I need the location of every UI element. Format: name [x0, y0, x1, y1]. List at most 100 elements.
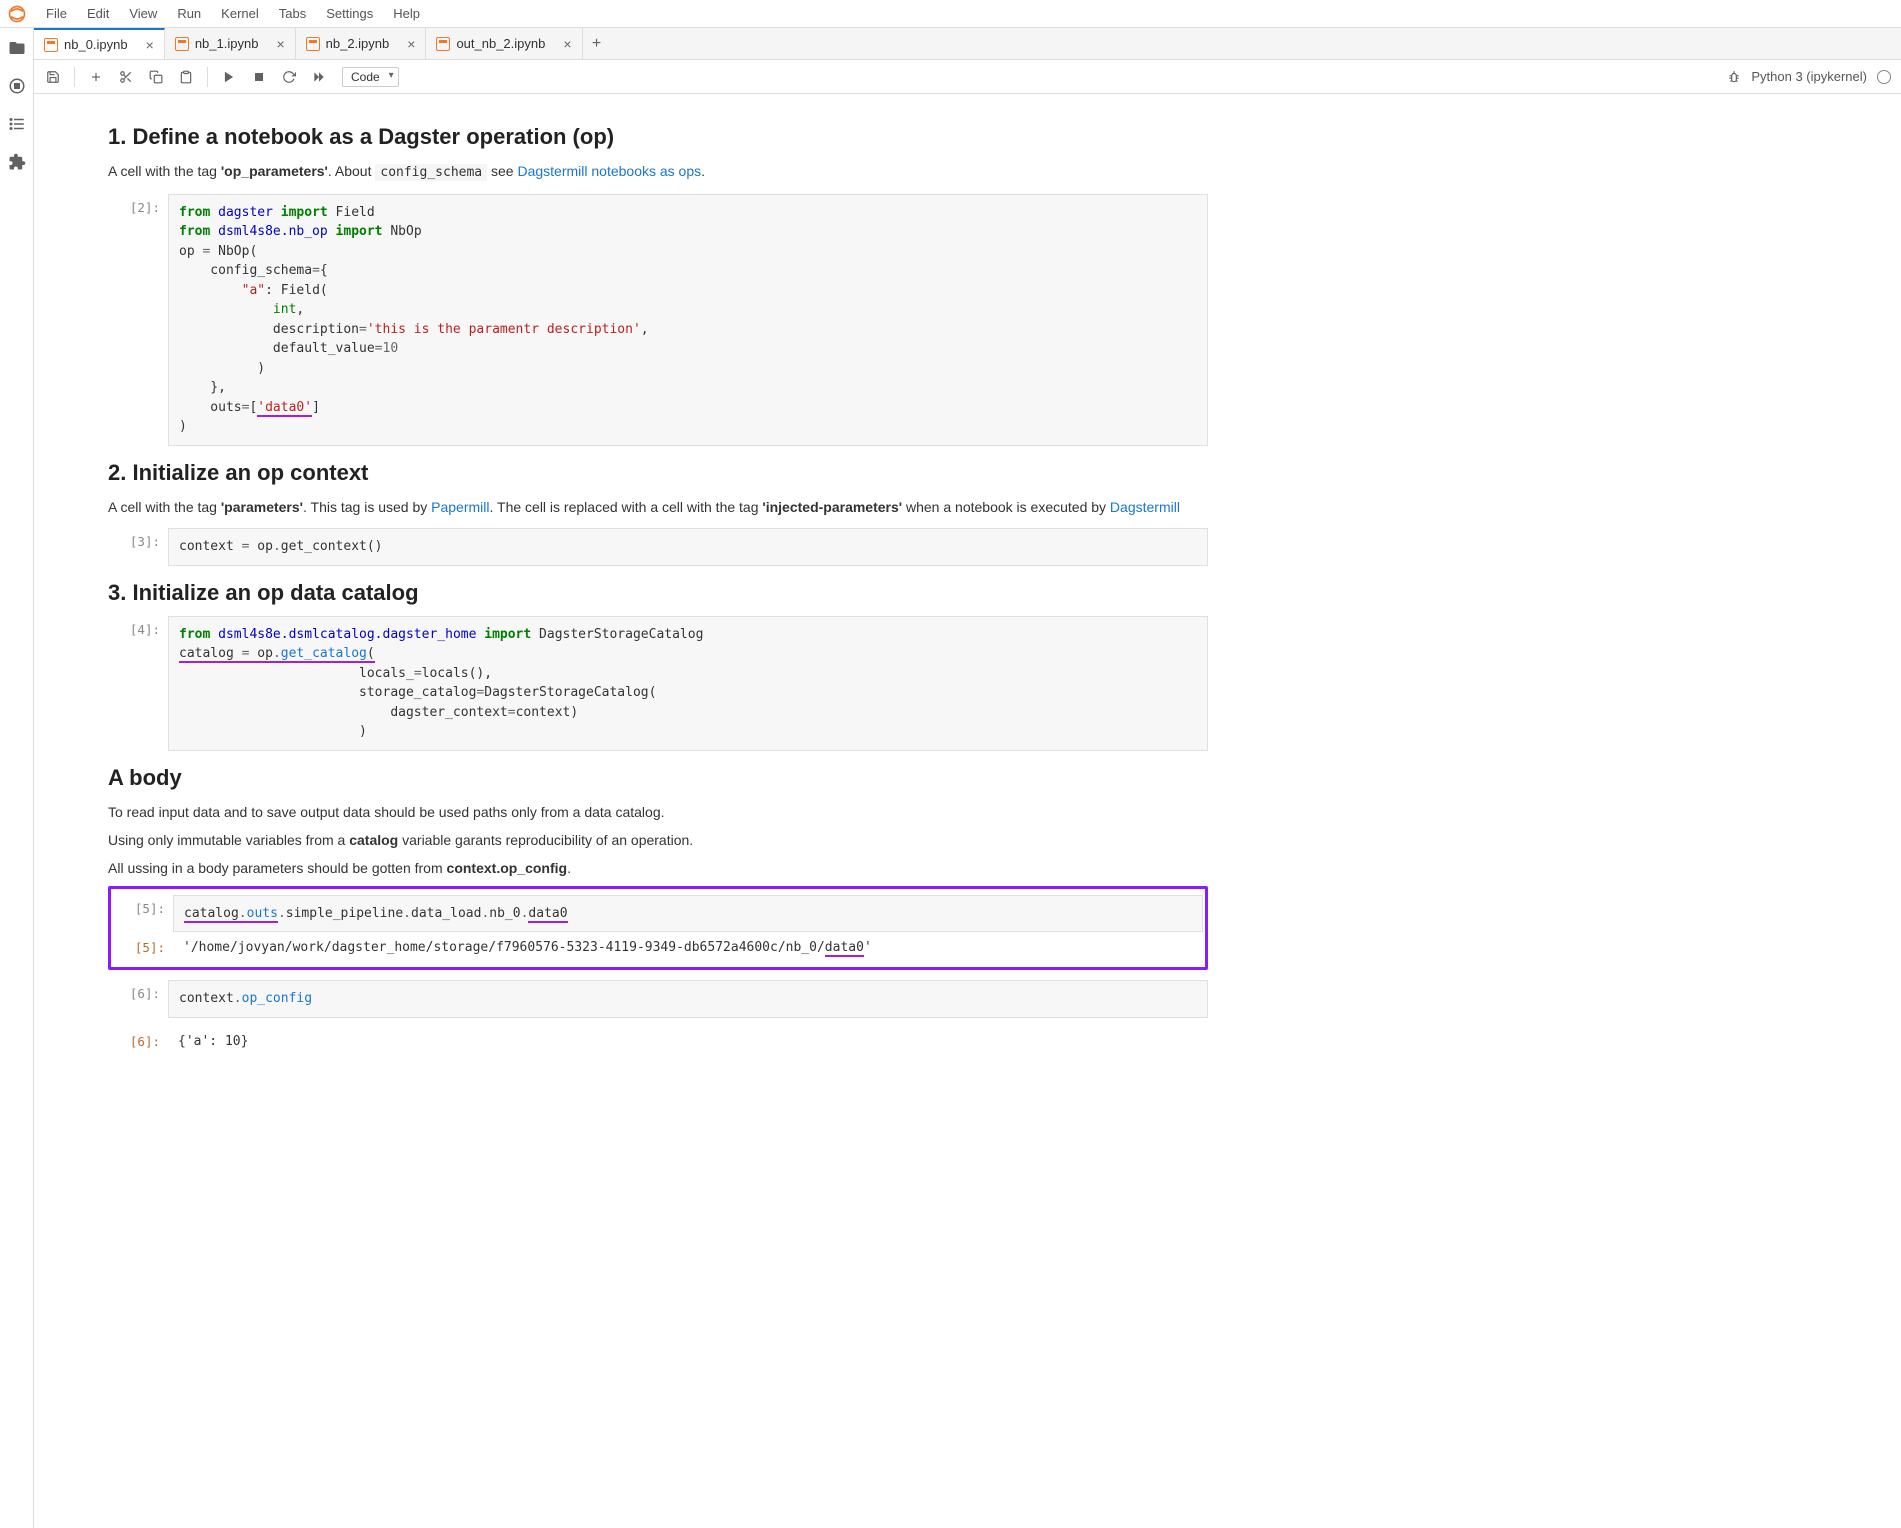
highlighted-region: [5]: catalog.outs.simple_pipeline.data_l… — [108, 886, 1208, 971]
code-input[interactable]: context.op_config — [168, 980, 1208, 1018]
restart-button[interactable] — [276, 64, 302, 90]
code-input[interactable]: catalog.outs.simple_pipeline.data_load.n… — [173, 895, 1203, 933]
output-cell: [5]: '/home/jovyan/work/dagster_home/sto… — [113, 934, 1203, 961]
tab-label: out_nb_2.ipynb — [456, 36, 545, 51]
section-heading: A body — [108, 765, 1208, 791]
close-icon[interactable]: × — [407, 37, 415, 51]
text: . About — [328, 163, 375, 179]
close-icon[interactable]: × — [146, 38, 154, 52]
output-prompt: [6]: — [108, 1028, 168, 1055]
code-cell[interactable]: [5]: catalog.outs.simple_pipeline.data_l… — [113, 895, 1203, 933]
text: All ussing in a body parameters should b… — [108, 860, 447, 876]
tab-label: nb_2.ipynb — [326, 36, 390, 51]
notebook-icon — [175, 37, 189, 51]
close-icon[interactable]: × — [276, 37, 284, 51]
add-cell-button[interactable] — [83, 64, 109, 90]
new-tab-button[interactable]: + — [583, 35, 611, 53]
cut-button[interactable] — [113, 64, 139, 90]
text: variable garants reproducibility of an o… — [398, 832, 693, 848]
notebook-icon — [436, 37, 450, 51]
tab-out-nb-2[interactable]: out_nb_2.ipynb × — [426, 28, 582, 59]
menu-kernel[interactable]: Kernel — [211, 2, 269, 25]
output-text: '/home/jovyan/work/dagster_home/storage/… — [173, 934, 1203, 961]
menu-edit[interactable]: Edit — [77, 2, 119, 25]
menu-tabs[interactable]: Tabs — [269, 2, 316, 25]
section-heading: 3. Initialize an op data catalog — [108, 580, 1208, 606]
copy-button[interactable] — [143, 64, 169, 90]
markdown-cell: 3. Initialize an op data catalog — [108, 580, 1208, 606]
paste-button[interactable] — [173, 64, 199, 90]
activity-bar — [0, 28, 34, 1528]
output-cell: [6]: {'a': 10} — [108, 1028, 1208, 1055]
code-cell[interactable]: [3]: context = op.get_context() — [108, 528, 1208, 566]
text: A cell with the tag — [108, 499, 221, 515]
code-cell[interactable]: [6]: context.op_config — [108, 980, 1208, 1018]
kernel-status-icon — [1877, 70, 1891, 84]
markdown-cell: 1. Define a notebook as a Dagster operat… — [108, 124, 1208, 184]
menu-view[interactable]: View — [119, 2, 167, 25]
tab-bar: nb_0.ipynb × nb_1.ipynb × nb_2.ipynb × o… — [34, 28, 1901, 60]
input-prompt: [3]: — [108, 528, 168, 566]
close-icon[interactable]: × — [563, 37, 571, 51]
text: catalog — [349, 832, 398, 848]
restart-run-all-button[interactable] — [306, 64, 332, 90]
extensions-icon[interactable] — [7, 152, 27, 172]
code-input[interactable]: from dsml4s8e.dsmlcatalog.dagster_home i… — [168, 616, 1208, 751]
code-cell[interactable]: [4]: from dsml4s8e.dsmlcatalog.dagster_h… — [108, 616, 1208, 751]
text: . The cell is replaced with a cell with … — [490, 499, 763, 515]
link[interactable]: Papermill — [431, 499, 489, 515]
markdown-cell: 2. Initialize an op context A cell with … — [108, 460, 1208, 518]
notebook-icon — [306, 37, 320, 51]
interrupt-button[interactable] — [246, 64, 272, 90]
tab-label: nb_1.ipynb — [195, 36, 259, 51]
text: . — [701, 163, 705, 179]
notebook-panel[interactable]: 1. Define a notebook as a Dagster operat… — [34, 94, 1901, 1528]
text: To read input data and to save output da… — [108, 801, 1208, 823]
link[interactable]: Dagstermill — [1110, 499, 1180, 515]
notebook-icon — [44, 38, 58, 52]
folder-icon[interactable] — [7, 38, 27, 58]
input-prompt: [5]: — [113, 895, 173, 933]
code-input[interactable]: from dagster import Field from dsml4s8e.… — [168, 194, 1208, 446]
input-prompt: [6]: — [108, 980, 168, 1018]
link[interactable]: Dagstermill notebooks as ops — [517, 163, 701, 179]
markdown-cell: A body To read input data and to save ou… — [108, 765, 1208, 880]
text: . This tag is used by — [303, 499, 431, 515]
tab-nb-1[interactable]: nb_1.ipynb × — [165, 28, 296, 59]
section-heading: 1. Define a notebook as a Dagster operat… — [108, 124, 1208, 150]
inline-code: config_schema — [375, 164, 487, 181]
code-cell[interactable]: [2]: from dagster import Field from dsml… — [108, 194, 1208, 446]
running-icon[interactable] — [7, 76, 27, 96]
code-input[interactable]: context = op.get_context() — [168, 528, 1208, 566]
input-prompt: [2]: — [108, 194, 168, 446]
bug-icon[interactable] — [1721, 64, 1747, 90]
text: 'op_parameters' — [221, 163, 328, 179]
text: 'parameters' — [221, 499, 303, 515]
output-text: {'a': 10} — [168, 1028, 1208, 1055]
menu-help[interactable]: Help — [383, 2, 430, 25]
menubar: File Edit View Run Kernel Tabs Settings … — [0, 0, 1901, 28]
text: see — [487, 163, 517, 179]
input-prompt: [4]: — [108, 616, 168, 751]
text: when a notebook is executed by — [902, 499, 1110, 515]
notebook-toolbar: Code Python 3 (ipykernel) — [34, 60, 1901, 94]
tab-label: nb_0.ipynb — [64, 37, 128, 52]
text: A cell with the tag — [108, 163, 221, 179]
section-heading: 2. Initialize an op context — [108, 460, 1208, 486]
text: context.op_config — [447, 860, 568, 876]
toc-icon[interactable] — [7, 114, 27, 134]
cell-type-select[interactable]: Code — [342, 67, 399, 87]
save-button[interactable] — [40, 64, 66, 90]
tab-nb-0[interactable]: nb_0.ipynb × — [34, 28, 165, 59]
menu-file[interactable]: File — [36, 2, 77, 25]
tab-nb-2[interactable]: nb_2.ipynb × — [296, 28, 427, 59]
menu-run[interactable]: Run — [167, 2, 211, 25]
jupyter-logo-icon — [4, 1, 30, 27]
menu-settings[interactable]: Settings — [316, 2, 383, 25]
text: . — [567, 860, 571, 876]
run-button[interactable] — [216, 64, 242, 90]
output-prompt: [5]: — [113, 934, 173, 961]
text: Using only immutable variables from a — [108, 832, 349, 848]
kernel-name[interactable]: Python 3 (ipykernel) — [1751, 69, 1867, 84]
text: 'injected-parameters' — [762, 499, 902, 515]
